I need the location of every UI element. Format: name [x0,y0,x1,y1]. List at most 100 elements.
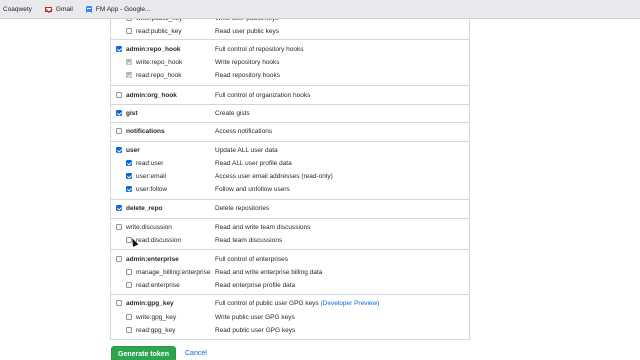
scope-description: Delete repositories [215,204,270,212]
cancel-link[interactable]: Cancel [185,350,207,357]
scope-group-gpg-key: admin:gpg_key Full control of public use… [111,295,469,340]
scope-description: Read and write team discussions [215,223,311,231]
sheets-icon [85,5,92,13]
scope-row: admin:org_hook Full control of organizat… [111,89,469,101]
scope-group-discussion: write:discussion Read and write team dis… [111,219,469,250]
scope-row: read:public_key Read user public keys [111,25,469,37]
scope-row: user:follow Follow and unfollow users [111,183,469,195]
scope-row: admin:gpg_key Full control of public use… [111,297,469,309]
scope-name: notifications [126,127,165,135]
scope-row: gist Create gists [111,107,469,119]
scope-row: write:gpg_key Write public user GPG keys [111,311,469,323]
scope-description: Follow and unfollow users [215,185,290,193]
scope-name: admin:repo_hook [126,45,181,53]
scope-row: read:user Read ALL user profile data [111,157,469,169]
gmail-icon [44,6,52,12]
scope-group-gist: gist Create gists [111,105,469,123]
scope-name: manage_billing:enterprise [136,268,211,276]
scope-description: Full control of organization hooks [215,91,311,99]
bookmark-coaqwety[interactable]: Coaqwety [3,6,32,13]
checkbox-admin-org-hook[interactable] [116,92,122,98]
scope-description: Read and write enterprise billing data [215,268,323,276]
checkbox-delete-repo[interactable] [116,205,122,211]
scope-group-delete-repo: delete_repo Delete repositories [111,200,469,219]
scope-name: write:gpg_key [136,313,177,321]
checkbox-admin-repo-hook[interactable] [116,46,122,52]
checkbox-read-repo-hook[interactable] [126,72,132,78]
scope-group-org-hook: admin:org_hook Full control of organizat… [111,86,469,105]
scope-group-notifications: notifications Access notifications [111,123,469,142]
scope-description: Access notifications [215,127,273,135]
checkbox-user-email[interactable] [126,173,132,179]
scope-row: admin:enterprise Full control of enterpr… [111,253,469,265]
checkbox-read-user[interactable] [126,160,132,166]
scope-description: Update ALL user data [215,146,278,154]
scope-name: admin:enterprise [126,255,179,263]
scope-row: read:repo_hook Read repository hooks [111,69,469,81]
scope-name: read:public_key [136,27,182,35]
checkbox-notifications[interactable] [116,128,122,134]
checkbox-read-enterprise[interactable] [126,282,132,288]
generate-token-button[interactable]: Generate token [111,346,176,360]
scope-name: write:repo_hook [136,58,183,66]
checkbox-user[interactable] [116,147,122,153]
scope-row: user Update ALL user data [111,144,469,156]
scope-name: read:gpg_key [136,326,176,334]
scope-name: read:user [136,159,164,167]
scope-description: Access user email addresses (read-only) [215,172,333,180]
scope-row: notifications Access notifications [111,125,469,137]
bookmark-label: Gmail [55,5,73,13]
scope-name: admin:org_hook [126,91,177,99]
scope-description: Read user public keys [215,27,279,35]
scope-name: delete_repo [126,204,163,212]
bookmarks-bar: Coaqwety Gmail FM App - Google... [0,0,640,19]
scope-description: Read ALL user profile data [215,159,292,167]
developer-preview-link[interactable]: (Developer Preview) [321,300,380,307]
scope-name: write:discussion [126,223,172,231]
scope-group-repo-hook: admin:repo_hook Full control of reposito… [111,40,469,86]
scope-description: Full control of enterprises [215,255,288,263]
bookmark-fm-app[interactable]: FM App - Google... [85,5,151,13]
scope-row: admin:repo_hook Full control of reposito… [111,43,469,55]
scope-row: read:discussion Read team discussions [111,234,469,246]
scope-name: user:email [136,172,166,180]
bookmark-gmail[interactable]: Gmail [44,5,73,13]
scope-description: Read team discussions [215,236,283,244]
checkbox-read-public-key[interactable] [126,28,132,34]
scope-name: admin:gpg_key [126,299,174,307]
scope-name: read:discussion [136,236,182,244]
scope-description: Write public user GPG keys [215,313,295,321]
scope-row: user:email Access user email addresses (… [111,170,469,182]
scope-description: Read enterprise profile data [215,281,296,289]
scope-group-user: user Update ALL user data read:user Read… [111,142,469,200]
scope-name: gist [126,109,138,117]
scope-name: read:repo_hook [136,71,182,79]
scope-name: user [126,146,140,154]
scope-row: read:gpg_key Read public user GPG keys [111,324,469,336]
scope-row: manage_billing:enterprise Read and write… [111,266,469,278]
checkbox-write-discussion[interactable] [116,224,122,230]
scope-row: write:discussion Read and write team dis… [111,221,469,233]
checkbox-write-repo-hook[interactable] [126,59,132,65]
scope-row: write:repo_hook Write repository hooks [111,56,469,68]
checkbox-gist[interactable] [116,110,122,116]
scope-description: Create gists [215,109,250,117]
checkbox-manage-billing[interactable] [126,269,132,275]
scope-description: Read public user GPG keys [215,326,296,334]
scope-name: read:enterprise [136,281,180,289]
checkbox-user-follow[interactable] [126,186,132,192]
checkbox-admin-enterprise[interactable] [116,256,122,262]
scope-description: Read repository hooks [215,71,281,79]
scope-group-enterprise: admin:enterprise Full control of enterpr… [111,250,469,295]
scopes-panel: write:public_key Write user public keys … [110,0,470,340]
scope-description: Write repository hooks [215,58,280,66]
checkbox-write-gpg-key[interactable] [126,314,132,320]
scope-name: user:follow [136,185,168,193]
checkbox-read-gpg-key[interactable] [126,327,132,333]
scope-description: Full control of repository hooks [215,45,304,53]
checkbox-admin-gpg-key[interactable] [116,300,122,306]
bookmark-label: Coaqwety [3,5,32,13]
scope-row: read:enterprise Read enterprise profile … [111,279,469,291]
scope-description: Full control of public user GPG keys (De… [215,300,379,307]
bookmark-label: FM App - Google... [95,5,151,13]
